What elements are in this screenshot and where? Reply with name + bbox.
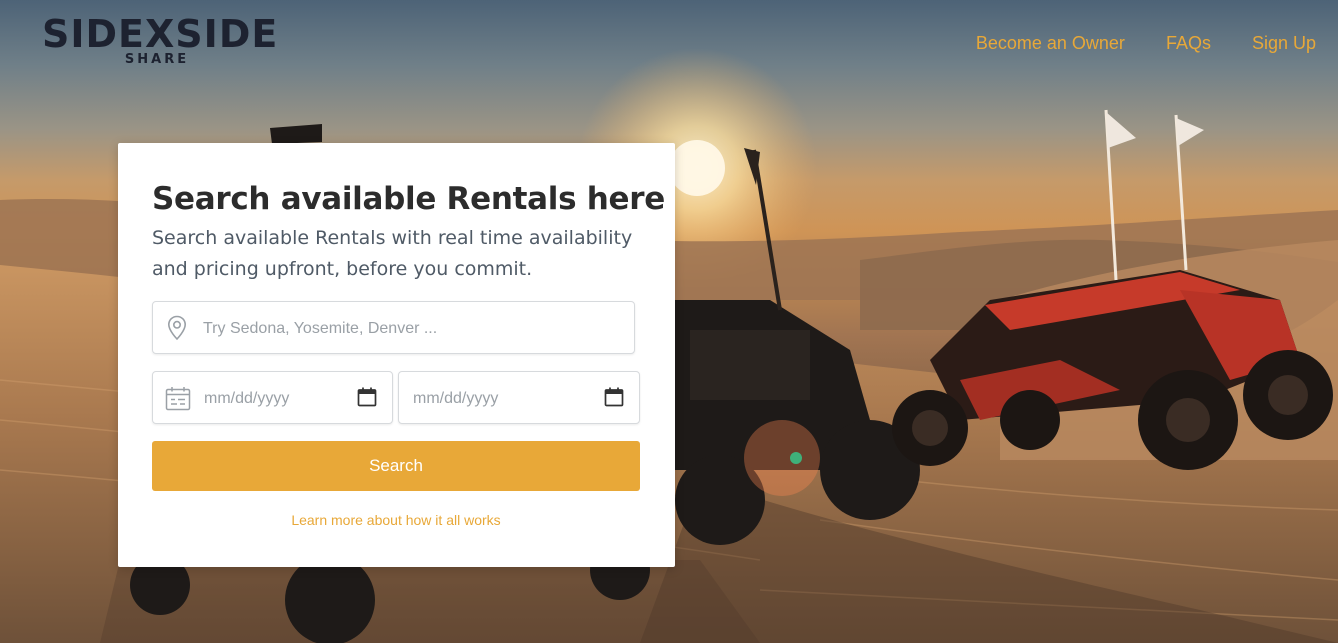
nav-faqs-link[interactable]: FAQs xyxy=(1166,32,1211,54)
site-logo[interactable]: SIDEXSIDE SHARE xyxy=(42,12,279,74)
search-card-title: Search available Rentals here xyxy=(152,181,665,217)
nav-sign-up-link[interactable]: Sign Up xyxy=(1252,32,1316,54)
start-date-field[interactable] xyxy=(152,371,393,425)
map-pin-icon xyxy=(167,315,187,346)
start-date-input[interactable] xyxy=(202,372,356,425)
search-card-subtitle: Search available Rentals with real time … xyxy=(152,227,633,280)
end-date-input[interactable] xyxy=(411,372,595,425)
top-nav: Become an Owner FAQs Sign Up xyxy=(935,32,1316,54)
learn-more-link[interactable]: Learn more about how it all works xyxy=(152,512,640,528)
location-field[interactable] xyxy=(152,301,635,355)
logo-wordmark: SIDEXSIDE xyxy=(42,12,279,56)
end-date-field[interactable] xyxy=(398,371,640,425)
calendar-icon xyxy=(165,386,191,416)
location-input[interactable] xyxy=(201,302,625,355)
search-button[interactable]: Search xyxy=(152,441,640,491)
nav-become-owner-link[interactable]: Become an Owner xyxy=(976,32,1125,54)
search-card: Search available Rentals here Search ava… xyxy=(118,143,675,567)
calendar-picker-icon[interactable] xyxy=(604,387,624,412)
calendar-picker-icon[interactable] xyxy=(357,387,377,412)
